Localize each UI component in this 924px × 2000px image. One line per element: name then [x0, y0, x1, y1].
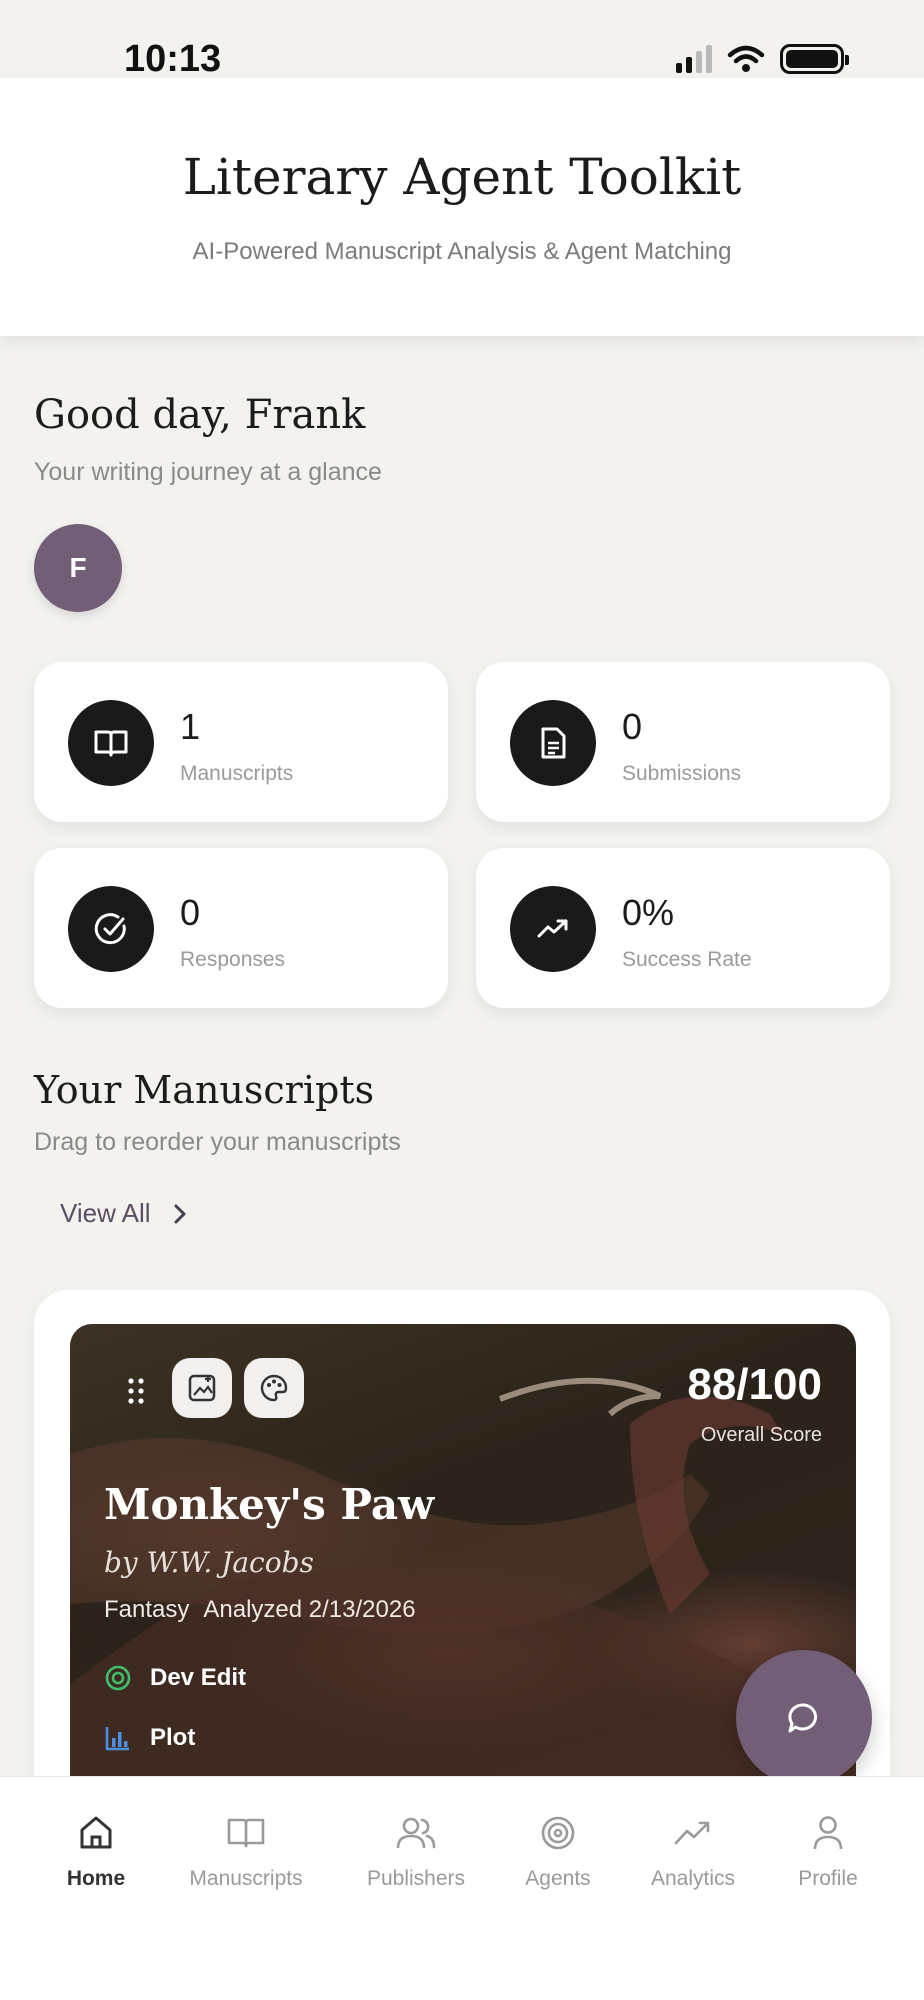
manuscript-title: Monkey's Paw: [104, 1480, 435, 1529]
battery-icon: [780, 44, 849, 74]
stat-value: 0%: [622, 892, 675, 933]
greeting-subtitle: Your writing journey at a glance: [34, 458, 382, 486]
target-icon: [105, 1665, 131, 1691]
stat-label: Submissions: [622, 762, 742, 785]
greeting-title: Good day, Frank: [34, 392, 366, 438]
home-icon: [46, 1811, 146, 1855]
status-time: 10:13: [124, 38, 222, 80]
stat-label: Success Rate: [622, 948, 752, 971]
edit-image-button[interactable]: [172, 1358, 232, 1418]
chat-button[interactable]: [736, 1650, 872, 1786]
image-edit-icon: [188, 1374, 216, 1402]
view-all-link[interactable]: View All: [60, 1198, 187, 1229]
tag-plot[interactable]: Plot: [104, 1724, 195, 1752]
tag-label: Dev Edit: [150, 1664, 247, 1691]
status-bar: 10:13: [0, 0, 924, 80]
view-all-label: View All: [60, 1198, 151, 1228]
tag-dev-edit[interactable]: Dev Edit: [104, 1664, 246, 1692]
nav-label: Agents: [525, 1867, 591, 1890]
user-icon: [780, 1811, 876, 1855]
bottom-nav: Home Manuscripts Publishers Agents Analy…: [0, 1776, 924, 2000]
app-header: Literary Agent Toolkit AI-Powered Manusc…: [0, 78, 924, 336]
stat-value: 1: [180, 706, 201, 747]
manuscript-score-label: Overall Score: [700, 1424, 822, 1446]
stat-card-manuscripts[interactable]: 1 Manuscripts: [34, 662, 448, 822]
target-icon: [512, 1811, 604, 1855]
manuscript-score: 88/100: [687, 1360, 822, 1409]
nav-label: Publishers: [366, 1867, 466, 1890]
tag-label: Plot: [150, 1724, 196, 1751]
nav-label: Analytics: [650, 1867, 736, 1890]
users-icon: [354, 1811, 478, 1855]
nav-manuscripts[interactable]: Manuscripts: [176, 1811, 316, 1891]
trending-up-icon: [510, 886, 596, 972]
stat-value: 0: [180, 892, 201, 933]
trending-up-icon: [636, 1811, 750, 1855]
stat-card-success-rate[interactable]: 0% Success Rate: [476, 848, 890, 1008]
stat-value: 0: [622, 706, 643, 747]
book-open-icon: [176, 1811, 316, 1855]
nav-agents[interactable]: Agents: [512, 1811, 604, 1891]
status-icons: [676, 44, 849, 74]
manuscript-meta: Fantasy Analyzed 2/13/2026: [104, 1596, 416, 1624]
section-title: Your Manuscripts: [34, 1068, 375, 1112]
stat-card-responses[interactable]: 0 Responses: [34, 848, 448, 1008]
manuscript-analyzed-date: Analyzed 2/13/2026: [203, 1596, 416, 1623]
nav-label: Profile: [798, 1867, 858, 1890]
check-circle-icon: [68, 886, 154, 972]
wifi-icon: [727, 45, 765, 72]
app-title: Literary Agent Toolkit: [182, 148, 742, 206]
document-icon: [510, 700, 596, 786]
manuscript-author: by W.W. Jacobs: [104, 1546, 314, 1579]
cellular-signal-icon: [676, 45, 712, 73]
stat-label: Manuscripts: [180, 762, 294, 785]
palette-icon: [260, 1374, 288, 1402]
nav-label: Manuscripts: [189, 1867, 303, 1890]
drag-handle-icon[interactable]: [128, 1378, 144, 1409]
app-subtitle: AI-Powered Manuscript Analysis & Agent M…: [192, 238, 732, 265]
manuscript-genre: Fantasy: [104, 1596, 190, 1623]
section-subtitle: Drag to reorder your manuscripts: [34, 1128, 401, 1156]
nav-profile[interactable]: Profile: [780, 1811, 876, 1891]
chevron-right-icon: [174, 1204, 186, 1223]
nav-analytics[interactable]: Analytics: [636, 1811, 750, 1891]
nav-publishers[interactable]: Publishers: [354, 1811, 478, 1891]
chat-bubble-icon: [788, 1703, 817, 1733]
stat-card-submissions[interactable]: 0 Submissions: [476, 662, 890, 822]
theme-button[interactable]: [244, 1358, 304, 1418]
avatar[interactable]: F: [34, 524, 122, 612]
nav-label: Home: [66, 1867, 126, 1890]
bar-chart-icon: [105, 1727, 129, 1751]
book-open-icon: [68, 700, 154, 786]
nav-home[interactable]: Home: [46, 1811, 146, 1891]
stat-label: Responses: [180, 948, 286, 971]
